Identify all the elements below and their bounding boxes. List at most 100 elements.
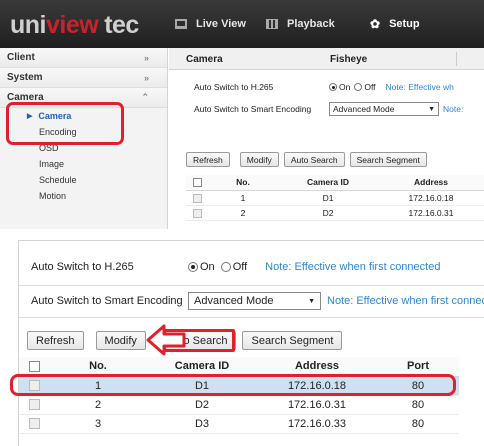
form-separator xyxy=(19,285,484,286)
row-checkbox-cell xyxy=(19,414,49,434)
h265-on-radio[interactable] xyxy=(188,262,198,272)
form-separator xyxy=(19,317,484,318)
sidebar-group-system[interactable]: System » xyxy=(0,68,167,88)
nav-live-view[interactable]: Live View xyxy=(175,0,246,48)
smart-encoding-row: Auto Switch to Smart Encoding Advanced M… xyxy=(31,291,484,311)
nav-setup[interactable]: ✿ Setup xyxy=(370,0,420,48)
modify-button[interactable]: Modify xyxy=(239,152,279,167)
auto-search-button[interactable]: Auto Search xyxy=(283,152,345,167)
col-camera-id: Camera ID xyxy=(278,175,378,191)
selected-row-highlight-annotation xyxy=(10,374,456,396)
sidebar-group-client[interactable]: Client » xyxy=(0,48,167,68)
h265-setting-row: Auto Switch to H.265 On Off Note: Effect… xyxy=(31,257,440,277)
camera-settings-content: Camera Fisheye Auto Switch to H.265 On O… xyxy=(169,48,484,229)
refresh-button[interactable]: Refresh xyxy=(27,331,84,350)
chevron-down-icon: » xyxy=(143,52,149,63)
tab-camera[interactable]: Camera xyxy=(186,48,223,70)
cell-no: 2 xyxy=(49,395,147,415)
row-checkbox[interactable] xyxy=(192,193,202,203)
col-no: No. xyxy=(208,175,278,191)
smart-encoding-note: Note: Effective when first connected xyxy=(327,295,484,307)
cell-no: 3 xyxy=(49,414,147,434)
logo-view: view xyxy=(46,11,99,39)
smart-encoding-select[interactable]: Advanced Mode ▼ xyxy=(329,102,439,116)
panel-divider xyxy=(0,229,484,240)
device-toolbar: Refresh Modify Auto Search Search Segmen… xyxy=(186,152,432,167)
table-header: No. Camera ID Address xyxy=(186,175,484,191)
nav-setup-label: Setup xyxy=(389,18,420,30)
smart-encoding-row: Auto Switch to Smart Encoding Advanced M… xyxy=(194,101,463,117)
uniview-logo: uniview tec xyxy=(10,11,139,40)
sidebar-item-motion[interactable]: Motion xyxy=(0,188,167,204)
h265-label: Auto Switch to H.265 xyxy=(194,82,274,92)
table-row[interactable]: 2 D2 172.16.0.31 xyxy=(186,205,484,221)
sidebar-highlight-annotation xyxy=(6,102,124,145)
logo-tec: tec xyxy=(104,11,139,39)
h265-on-label: On xyxy=(339,82,351,92)
search-segment-button[interactable]: Search Segment xyxy=(242,331,343,350)
cell-address: 172.16.0.18 xyxy=(378,190,484,206)
nav-live-view-label: Live View xyxy=(196,18,246,30)
sidebar-item-schedule[interactable]: Schedule xyxy=(0,172,167,188)
h265-off-label: Off xyxy=(364,82,376,92)
chevron-down-icon: ▼ xyxy=(308,297,315,305)
modify-button[interactable]: Modify xyxy=(95,331,146,350)
nav-playback-label: Playback xyxy=(287,18,335,30)
device-table: No. Camera ID Address 1 D1 172.16.0.18 2… xyxy=(186,175,484,221)
left-arrow-annotation-icon xyxy=(146,324,186,356)
row-checkbox[interactable] xyxy=(192,208,202,218)
zoomed-camera-list-screenshot: Auto Switch to H.265 On Off Note: Effect… xyxy=(18,240,484,446)
cell-no: 2 xyxy=(208,205,278,221)
table-row[interactable]: 3 D3 172.16.0.33 80 xyxy=(19,414,459,434)
h265-on-radio[interactable] xyxy=(329,83,337,91)
table-row[interactable]: 1 D1 172.16.0.18 xyxy=(186,190,484,206)
top-navigation-bar: uniview tec Live View Playback ✿ Setup xyxy=(0,0,484,48)
select-all-checkbox[interactable] xyxy=(28,360,40,372)
col-address: Address xyxy=(378,175,484,191)
refresh-button[interactable]: Refresh xyxy=(186,152,230,167)
row-checkbox-cell xyxy=(19,395,49,415)
chevron-up-icon: ⌃ xyxy=(141,92,149,102)
row-checkbox[interactable] xyxy=(28,418,40,430)
h265-off-radio[interactable] xyxy=(354,83,363,91)
select-all-cell xyxy=(186,175,208,191)
h265-off-label: Off xyxy=(232,261,248,273)
cell-camera-id: D2 xyxy=(147,395,257,415)
search-segment-button[interactable]: Search Segment xyxy=(349,152,427,167)
smart-encoding-label: Auto Switch to Smart Encoding xyxy=(194,104,312,114)
cell-port: 80 xyxy=(377,395,459,415)
table-row[interactable]: 2 D2 172.16.0.31 80 xyxy=(19,395,459,415)
cell-address: 172.16.0.33 xyxy=(257,414,377,434)
smart-encoding-value: Advanced Mode xyxy=(333,104,395,114)
logo-uni: uni xyxy=(10,11,47,39)
tab-fisheye[interactable]: Fisheye xyxy=(330,48,367,70)
cell-address: 172.16.0.31 xyxy=(257,395,377,415)
sidebar-item-image[interactable]: Image xyxy=(0,156,167,172)
tab-divider xyxy=(456,52,457,66)
smart-encoding-label: Auto Switch to Smart Encoding xyxy=(31,295,183,307)
row-checkbox-cell xyxy=(186,205,208,221)
row-checkbox-cell xyxy=(186,190,208,206)
cell-port: 80 xyxy=(377,414,459,434)
h265-on-label: On xyxy=(200,261,215,273)
row-checkbox[interactable] xyxy=(28,399,40,411)
h265-setting-row: Auto Switch to H.265 On Off Note: Effect… xyxy=(194,79,454,95)
cell-no: 1 xyxy=(208,190,278,206)
h265-note: Note: Effective when first connected xyxy=(265,261,441,273)
select-all-checkbox[interactable] xyxy=(192,178,202,188)
chevron-down-icon: ▼ xyxy=(428,105,435,113)
nav-playback[interactable]: Playback xyxy=(266,0,335,48)
film-icon xyxy=(266,19,278,29)
h265-label: Auto Switch to H.265 xyxy=(31,261,134,273)
h265-off-radio[interactable] xyxy=(220,262,231,272)
sidebar-group-label: System xyxy=(7,72,43,83)
h265-note: Note: Effective wh xyxy=(385,82,454,92)
monitor-icon xyxy=(175,19,187,29)
chevron-down-icon: » xyxy=(143,72,149,83)
smart-encoding-note: Note: xyxy=(443,104,464,114)
sidebar-group-label: Client xyxy=(7,52,35,63)
smart-encoding-select[interactable]: Advanced Mode ▼ xyxy=(188,292,321,310)
gear-icon: ✿ xyxy=(370,17,381,31)
cell-camera-id: D3 xyxy=(147,414,257,434)
cell-camera-id: D1 xyxy=(278,190,378,206)
